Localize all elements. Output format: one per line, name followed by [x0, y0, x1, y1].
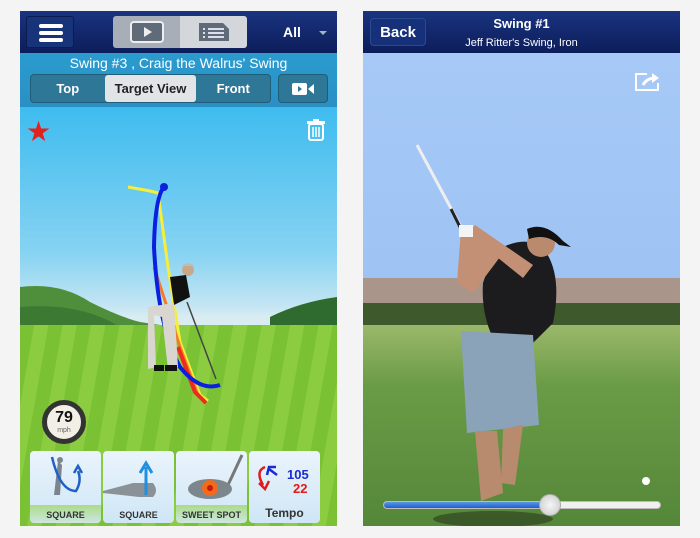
- club-face-label: SQUARE: [119, 510, 158, 520]
- golfer-video-frame: [415, 144, 650, 526]
- swing-analysis-screen: All Swing #3 , Craig the Walrus' Swing T…: [20, 11, 337, 526]
- scrubber-thumb[interactable]: [538, 494, 561, 516]
- hamburger-icon-line: [39, 31, 63, 35]
- video-view-button[interactable]: [113, 16, 180, 48]
- tempo-label: Tempo: [265, 506, 304, 520]
- club-face-icon: [103, 460, 156, 497]
- view-mode-toggle: [113, 16, 247, 48]
- camera-angle-tabs: Top Target View Front: [30, 74, 271, 103]
- club-face-card[interactable]: SQUARE: [103, 451, 174, 523]
- tab-target-view[interactable]: Target View: [104, 75, 197, 102]
- sweet-spot-icon: [188, 454, 244, 499]
- tempo-downswing-value: 22: [293, 481, 308, 496]
- swing-video-screen: Back Swing #1 Jeff Ritter's Swing, Iron: [363, 11, 680, 526]
- video-subtitle: Jeff Ritter's Swing, Iron: [465, 37, 578, 49]
- video-camera-icon: [292, 82, 314, 95]
- swing-path-label: SQUARE: [46, 510, 85, 520]
- swing-path-icon: [50, 456, 84, 495]
- record-video-button[interactable]: [278, 74, 328, 103]
- hamburger-icon: [39, 24, 63, 28]
- swing-path-card[interactable]: SQUARE: [30, 451, 101, 523]
- swing-subheader: Swing #3 , Craig the Walrus' Swing Top T…: [20, 53, 337, 107]
- sweet-spot-card[interactable]: SWEET SPOT: [176, 451, 247, 523]
- video-play-icon: [129, 21, 164, 43]
- filter-dropdown[interactable]: All: [283, 24, 301, 40]
- video-title: Swing #1: [493, 16, 550, 31]
- chevron-down-icon[interactable]: [319, 31, 327, 35]
- hamburger-icon-line: [39, 38, 63, 42]
- tempo-backswing-value: 105: [287, 467, 309, 482]
- playback-scrubber[interactable]: [383, 494, 661, 516]
- share-icon[interactable]: [633, 71, 661, 93]
- scrubber-progress: [384, 502, 550, 508]
- tempo-card[interactable]: 105 22 Tempo: [249, 451, 320, 523]
- tempo-icon: [258, 465, 278, 492]
- top-navbar: All: [20, 11, 337, 53]
- club-speed-gauge: 79 mph: [42, 400, 86, 444]
- tab-top[interactable]: Top: [31, 75, 105, 102]
- speed-value: 79: [55, 409, 73, 426]
- swing-3d-view: ★ 79 mph SQUARE SQUARE SWEET SPOT 105 22…: [20, 107, 337, 526]
- sweet-spot-label: SWEET SPOT: [181, 510, 241, 520]
- menu-button[interactable]: [26, 16, 74, 48]
- top-navbar: Back Swing #1 Jeff Ritter's Swing, Iron: [363, 11, 680, 53]
- favorite-star-icon[interactable]: ★: [26, 115, 51, 148]
- speed-unit: mph: [57, 427, 71, 434]
- swing-title: Swing #3 , Craig the Walrus' Swing: [69, 55, 288, 71]
- tab-front[interactable]: Front: [196, 75, 270, 102]
- trash-icon[interactable]: [306, 119, 326, 141]
- metric-cards: SQUARE SQUARE SWEET SPOT 105 22 Tempo: [30, 451, 320, 523]
- list-view-button[interactable]: [180, 16, 247, 48]
- swing-video[interactable]: [363, 53, 680, 526]
- list-document-icon: [198, 23, 229, 41]
